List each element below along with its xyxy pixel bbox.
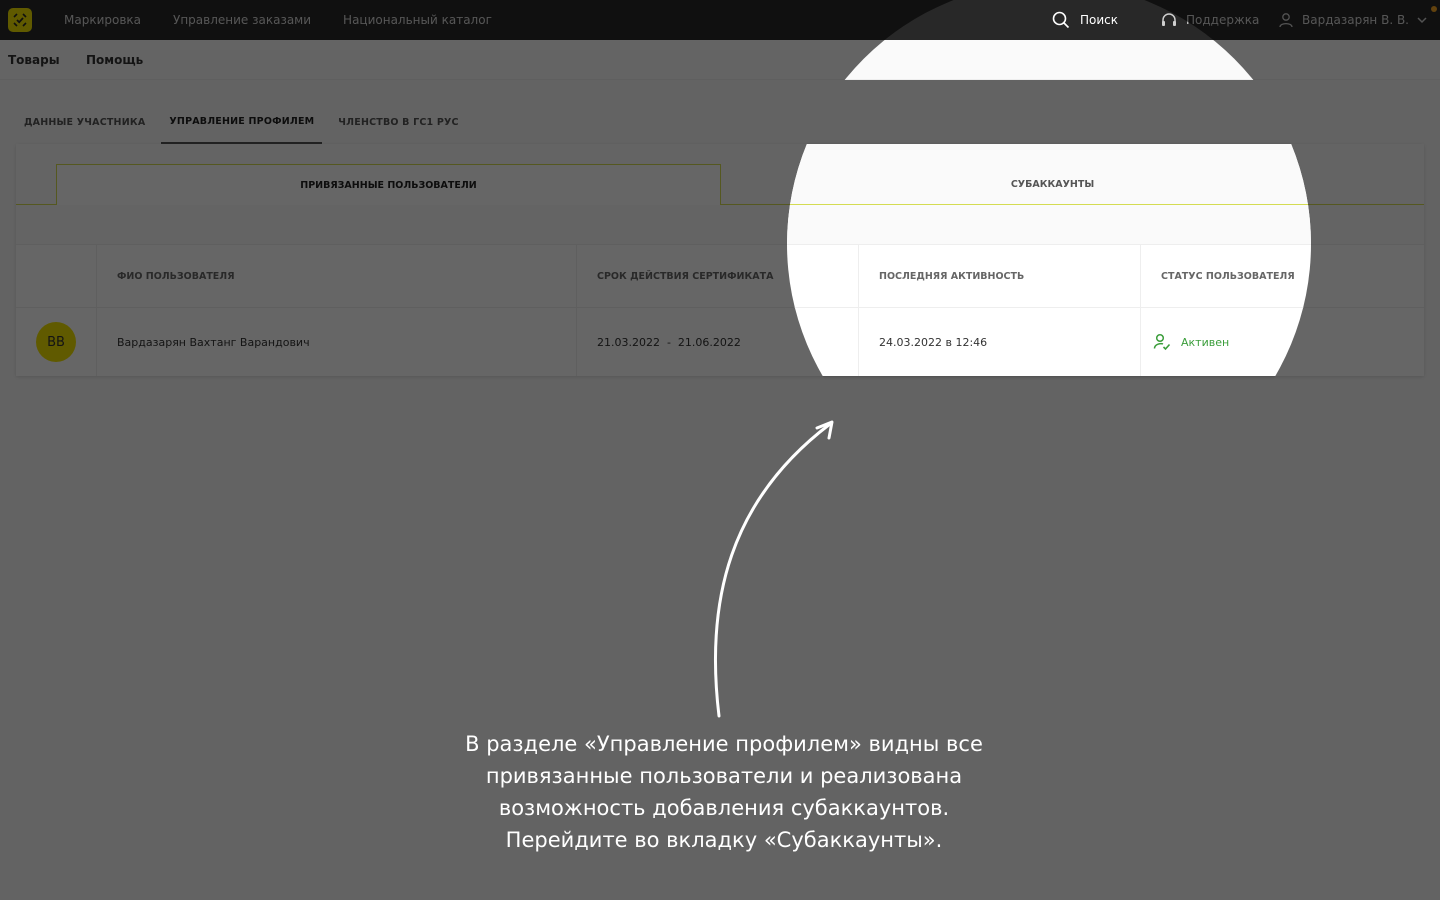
header-last-activity: ПОСЛЕДНЯЯ АКТИВНОСТЬ (858, 245, 1140, 307)
users-card: ПРИВЯЗАННЫЕ ПОЛЬЗОВАТЕЛИ СУБАККАУНТЫ ФИО… (16, 144, 1424, 376)
support-button[interactable]: Поддержка (1160, 0, 1259, 40)
status-badge: Активен (1153, 333, 1229, 351)
headset-icon (1162, 13, 1176, 26)
user-menu[interactable]: Вардазарян В. В. (1278, 0, 1427, 40)
main-tabs: ДАННЫЕ УЧАСТНИКА УПРАВЛЕНИЕ ПРОФИЛЕМ ЧЛЕ… (16, 100, 475, 144)
tab-gs1-membership[interactable]: ЧЛЕНСТВО В ГС1 РУС (330, 100, 466, 144)
header-avatar-cell (16, 245, 96, 307)
app-screen: Маркировка Управление заказами Националь… (0, 0, 1440, 900)
search-icon (1052, 11, 1070, 29)
header-cert-validity: СРОК ДЕЙСТВИЯ СЕРТИФИКАТА (576, 245, 858, 307)
logo-icon[interactable] (8, 8, 32, 32)
nav-marking[interactable]: Маркировка (64, 13, 141, 27)
top-bar: Маркировка Управление заказами Националь… (0, 0, 1440, 40)
cert-validity-cell: 21.03.2022 - 21.06.2022 (576, 308, 858, 376)
avatar-cell: ВВ (16, 308, 96, 376)
tab-linked-users[interactable]: ПРИВЯЗАННЫЕ ПОЛЬЗОВАТЕЛИ (56, 164, 721, 205)
tab-profile-management[interactable]: УПРАВЛЕНИЕ ПРОФИЛЕМ (161, 100, 323, 144)
top-nav: Маркировка Управление заказами Националь… (64, 0, 492, 40)
nav-catalog[interactable]: Национальный каталог (343, 13, 492, 27)
avatar: ВВ (36, 322, 76, 362)
search-label: Поиск (1080, 13, 1119, 27)
subnav-help[interactable]: Помощь (86, 53, 143, 67)
header-user-name: ФИО ПОЛЬЗОВАТЕЛЯ (96, 245, 576, 307)
notification-dot (1431, 6, 1437, 12)
table-row[interactable]: ВВ Вардазарян Вахтанг Варандович 21.03.2… (16, 308, 1424, 376)
search-button[interactable]: Поиск (1052, 0, 1118, 40)
subnav-goods[interactable]: Товары (8, 53, 60, 67)
user-check-icon (1153, 333, 1171, 351)
tab-participant-data[interactable]: ДАННЫЕ УЧАСТНИКА (16, 100, 153, 144)
secondary-bar: Товары Помощь (0, 40, 1440, 80)
user-icon (1279, 13, 1293, 28)
table-header: ФИО ПОЛЬЗОВАТЕЛЯ СРОК ДЕЙСТВИЯ СЕРТИФИКА… (16, 244, 1424, 308)
status-cell: Активен (1140, 308, 1424, 376)
header-user-status: СТАТУС ПОЛЬЗОВАТЕЛЯ (1140, 245, 1424, 307)
status-label: Активен (1181, 335, 1230, 349)
nav-orders[interactable]: Управление заказами (173, 13, 311, 27)
last-activity-cell: 24.03.2022 в 12:46 (858, 308, 1140, 376)
tab-subaccounts[interactable]: СУБАККАУНТЫ (721, 164, 1384, 204)
user-name: Вардазарян В. В. (1302, 13, 1409, 27)
chevron-down-icon (1417, 17, 1427, 24)
user-name-cell: Вардазарян Вахтанг Варандович (96, 308, 576, 376)
support-label: Поддержка (1186, 13, 1260, 27)
